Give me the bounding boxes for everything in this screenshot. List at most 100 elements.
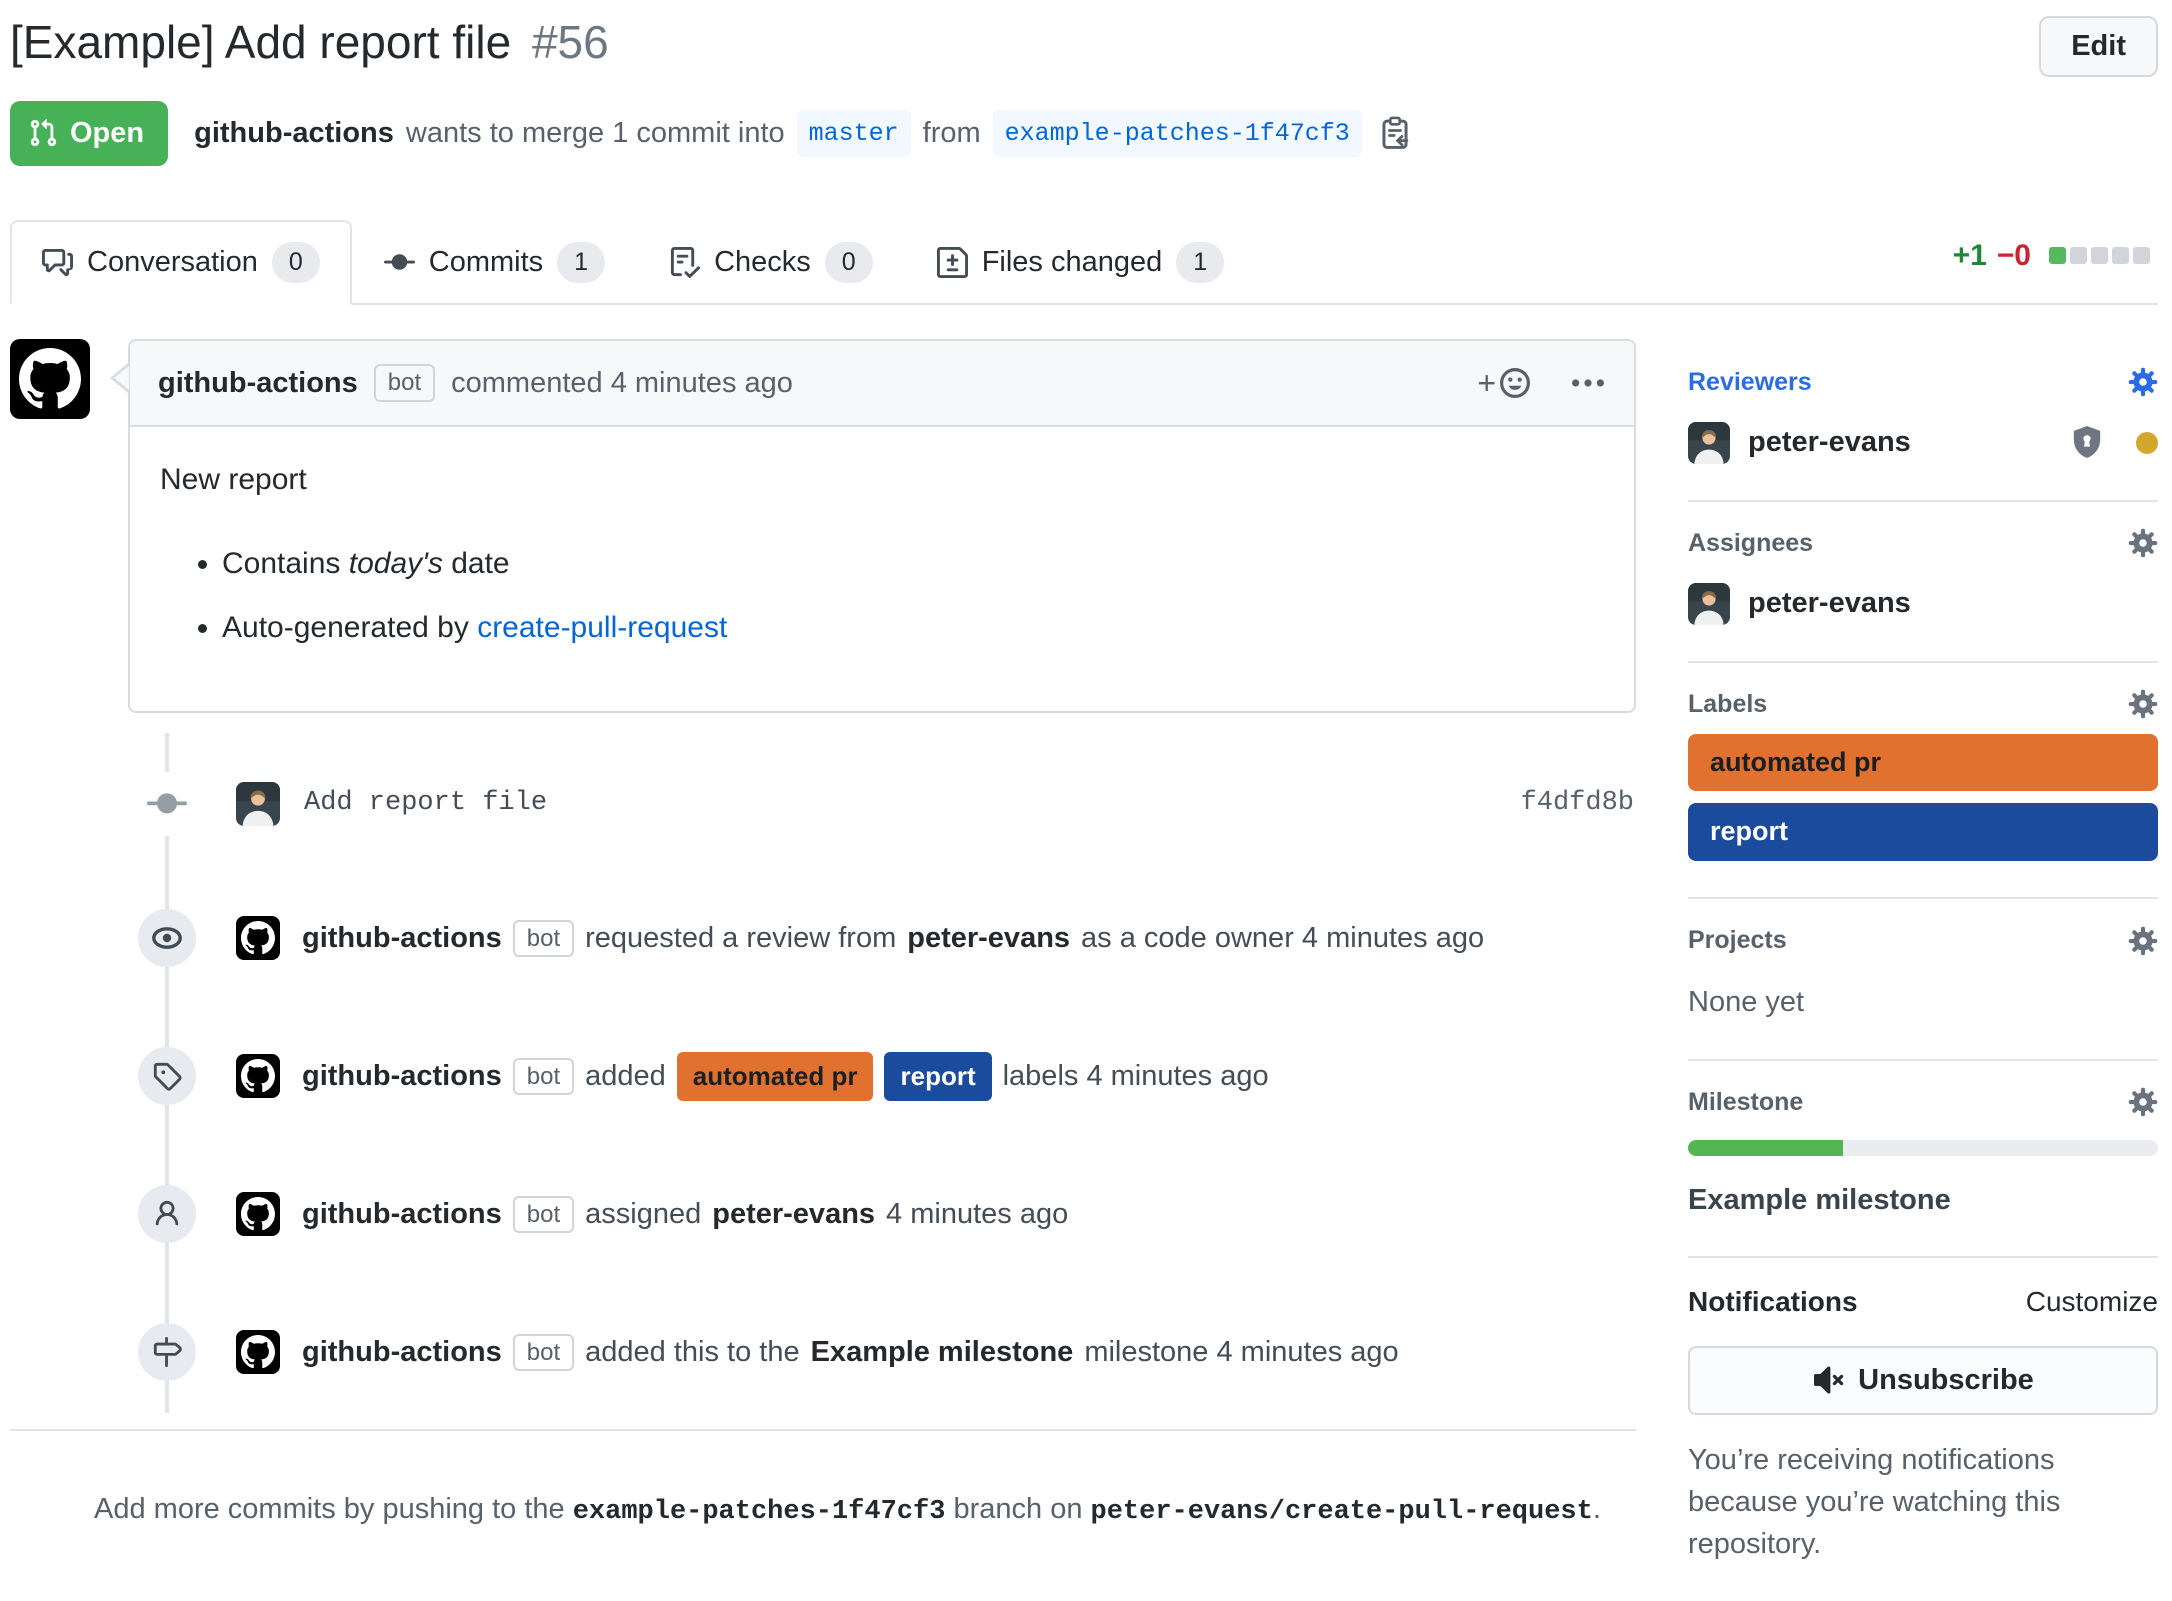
milestone-heading: Milestone: [1688, 1085, 2158, 1120]
event-text: github-actions bot added this to the Exa…: [302, 1332, 1399, 1373]
push-hint: Add more commits by pushing to the examp…: [10, 1431, 1636, 1532]
event-actor-link[interactable]: github-actions: [302, 1056, 502, 1097]
eye-icon: [138, 909, 196, 967]
milestone-link[interactable]: Example milestone: [811, 1332, 1074, 1373]
comment-author-link[interactable]: github-actions: [158, 363, 358, 404]
gear-icon[interactable]: [2128, 528, 2158, 558]
page-title: [Example] Add report file #56: [10, 10, 609, 74]
diffstat-block-gray: [2091, 247, 2108, 264]
pr-state-badge: Open: [10, 101, 168, 166]
deletions-count: −0: [1997, 235, 2031, 277]
tab-conversation-label: Conversation: [87, 242, 258, 283]
timeline-event-labeled: github-actions bot added automated pr re…: [10, 1007, 1636, 1145]
gear-icon[interactable]: [2128, 1087, 2158, 1117]
label-chip-report[interactable]: report: [884, 1052, 991, 1100]
pr-meta-row: Open github-actions wants to merge 1 com…: [10, 101, 2158, 166]
from-word: from: [923, 113, 981, 154]
octocat-icon: [241, 921, 275, 955]
github-actions-avatar[interactable]: [236, 1192, 280, 1236]
add-reaction-button[interactable]: +: [1477, 361, 1532, 406]
event-text: github-actions bot added automated pr re…: [302, 1052, 1269, 1100]
github-actions-avatar[interactable]: [236, 1054, 280, 1098]
reviewer-link[interactable]: peter-evans: [907, 918, 1070, 959]
tab-conversation[interactable]: Conversation 0: [10, 220, 352, 305]
octocat-icon: [19, 348, 81, 410]
labels-section: Labels automated pr report: [1688, 663, 2158, 900]
octocat-icon: [241, 1059, 275, 1093]
projects-empty-text: None yet: [1688, 982, 2158, 1023]
additions-count: +1: [1953, 235, 1987, 277]
timeline: Add report file f4dfd8b github-actions b…: [10, 739, 1636, 1427]
milestone-name-link[interactable]: Example milestone: [1688, 1180, 2158, 1221]
tab-files-changed-count: 1: [1176, 242, 1224, 283]
reviewer-name-link[interactable]: peter-evans: [1748, 422, 1911, 463]
shield-lock-icon: [2070, 426, 2104, 460]
head-branch-label[interactable]: example-patches-1f47cf3: [993, 110, 1362, 157]
comment-intro: New report: [160, 459, 1604, 501]
commit-sha-link[interactable]: f4dfd8b: [1521, 785, 1636, 823]
github-actions-avatar[interactable]: [236, 1330, 280, 1374]
commit-message-link[interactable]: Add report file: [304, 785, 1521, 823]
label-automated-pr[interactable]: automated pr: [1688, 734, 2158, 792]
pr-tab-bar: Conversation 0 Commits 1 Checks 0 Files …: [10, 220, 2158, 305]
plus-sign: +: [1477, 361, 1496, 406]
assignee-name-link[interactable]: peter-evans: [1748, 583, 1911, 624]
italic-text: today's: [349, 547, 443, 580]
milestone-progress-fill: [1688, 1140, 1843, 1156]
comment-meta: commented 4 minutes ago: [451, 363, 793, 404]
gear-icon[interactable]: [2128, 367, 2158, 397]
pr-state-label: Open: [70, 113, 144, 154]
pr-header: [Example] Add report file #56 Edit: [10, 0, 2158, 77]
octocat-icon: [241, 1197, 275, 1231]
notifications-heading: Notifications: [1688, 1282, 1858, 1321]
comment-actions: +: [1477, 361, 1606, 406]
create-pull-request-link[interactable]: create-pull-request: [477, 611, 727, 644]
pr-author-link[interactable]: github-actions: [194, 113, 394, 154]
peter-evans-avatar[interactable]: [236, 782, 280, 826]
diffstat-block-green: [2049, 247, 2066, 264]
comment-discussion-icon: [42, 247, 73, 278]
git-commit-icon: [384, 247, 415, 278]
reviewers-section: Reviewers peter-evans: [1688, 365, 2158, 502]
tab-checks-count: 0: [825, 242, 873, 283]
tab-files-changed[interactable]: Files changed 1: [905, 220, 1256, 305]
assignee-link[interactable]: peter-evans: [712, 1194, 875, 1235]
unsubscribe-button[interactable]: Unsubscribe: [1688, 1346, 2158, 1415]
notifications-caption: You’re receiving notifications because y…: [1688, 1439, 2158, 1565]
tab-commits-label: Commits: [429, 242, 543, 283]
github-actions-avatar[interactable]: [10, 339, 90, 419]
event-actor-link[interactable]: github-actions: [302, 918, 502, 959]
kebab-menu-button[interactable]: [1570, 365, 1606, 401]
bot-badge: bot: [374, 364, 435, 401]
label-report[interactable]: report: [1688, 803, 2158, 861]
event-actor-link[interactable]: github-actions: [302, 1194, 502, 1235]
copy-branch-icon[interactable]: [1378, 116, 1412, 150]
customize-link[interactable]: Customize: [2026, 1282, 2158, 1321]
mute-icon: [1812, 1364, 1844, 1396]
tab-files-changed-label: Files changed: [982, 242, 1163, 283]
assignees-section: Assignees peter-evans: [1688, 502, 2158, 663]
tab-conversation-count: 0: [272, 242, 320, 283]
event-actor-link[interactable]: github-actions: [302, 1332, 502, 1373]
bot-badge: bot: [513, 920, 574, 957]
peter-evans-avatar[interactable]: [1688, 422, 1730, 464]
notifications-section: Notifications Customize Unsubscribe You’…: [1688, 1258, 2158, 1600]
gear-icon[interactable]: [2128, 926, 2158, 956]
github-actions-avatar[interactable]: [236, 916, 280, 960]
tab-commits[interactable]: Commits 1: [352, 220, 637, 305]
reviewer-row: peter-evans: [1688, 422, 2158, 464]
tab-checks[interactable]: Checks 0: [637, 220, 905, 305]
peter-evans-avatar[interactable]: [1688, 583, 1730, 625]
commit-row: Add report file f4dfd8b: [10, 739, 1636, 869]
reviewers-heading[interactable]: Reviewers: [1688, 365, 2158, 400]
comment-thread: github-actions bot commented 4 minutes a…: [10, 339, 1636, 714]
comment-bullet-list: Contains today's date Auto-generated by …: [160, 543, 1604, 649]
label-chip-automated-pr[interactable]: automated pr: [677, 1052, 874, 1100]
base-branch-label[interactable]: master: [797, 110, 911, 157]
edit-button[interactable]: Edit: [2039, 16, 2158, 77]
bot-badge: bot: [513, 1334, 574, 1371]
gear-icon[interactable]: [2128, 689, 2158, 719]
diffstat-blocks: [2049, 247, 2150, 264]
merge-summary: github-actions wants to merge 1 commit i…: [194, 110, 1412, 157]
kebab-menu-icon: [1570, 365, 1606, 401]
